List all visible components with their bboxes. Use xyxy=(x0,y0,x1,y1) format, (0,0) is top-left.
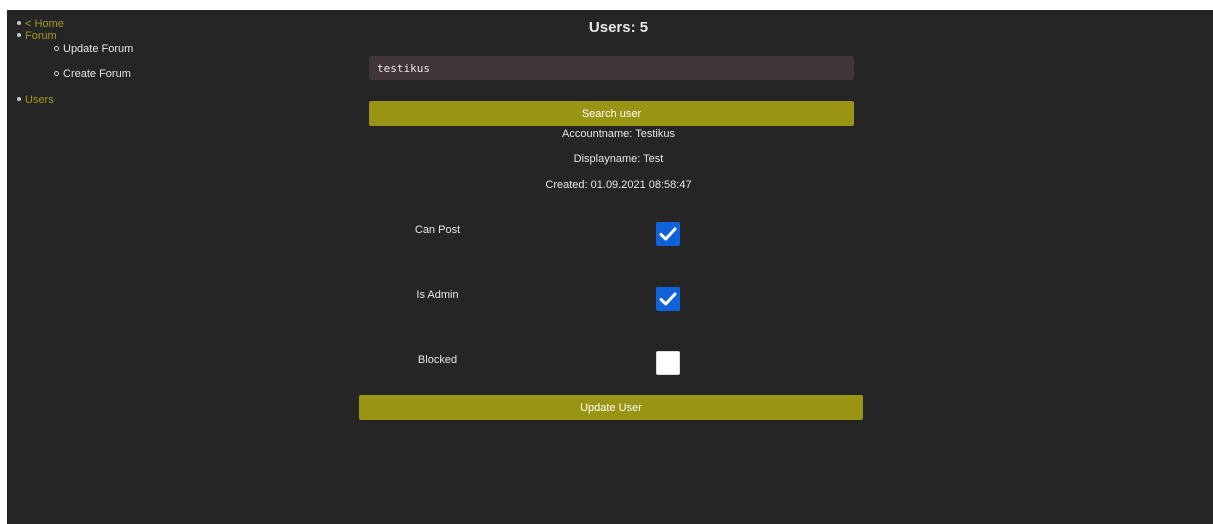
can-post-label: Can Post xyxy=(414,224,461,236)
blocked-label: Blocked xyxy=(417,354,458,366)
bullet-icon xyxy=(17,33,21,38)
page-title: Users: 5 xyxy=(588,19,649,36)
app-window: < Home Forum Update Forum Create Forum U… xyxy=(7,10,1213,524)
is-admin-label: Is Admin xyxy=(416,289,459,301)
account-name-text: Accountname: Testikus xyxy=(562,128,675,140)
blocked-checkbox[interactable] xyxy=(656,351,680,375)
display-name-text: Displayname: Test xyxy=(573,153,664,165)
sidebar-item-update-forum[interactable]: Update Forum xyxy=(54,43,133,55)
sidebar-item-home[interactable]: < Home xyxy=(17,18,64,30)
bullet-icon xyxy=(17,21,21,26)
bullet-icon xyxy=(17,97,21,102)
sidebar-item-label: Create Forum xyxy=(63,68,131,80)
update-user-button[interactable]: Update User xyxy=(359,395,863,420)
sidebar-item-users[interactable]: Users xyxy=(17,94,54,106)
checkmark-icon xyxy=(659,227,677,241)
can-post-checkbox[interactable] xyxy=(656,222,680,246)
sidebar-item-forum[interactable]: Forum xyxy=(17,30,57,42)
sidebar-item-label: Forum xyxy=(25,30,57,42)
sidebar-item-label: Users xyxy=(25,94,54,106)
created-date-text: Created: 01.09.2021 08:58:47 xyxy=(545,179,692,191)
circle-bullet-icon xyxy=(54,45,59,51)
sidebar-item-create-forum[interactable]: Create Forum xyxy=(54,68,131,80)
search-user-button[interactable]: Search user xyxy=(369,101,854,126)
is-admin-checkbox[interactable] xyxy=(656,287,680,311)
checkmark-icon xyxy=(659,292,677,306)
search-input[interactable] xyxy=(369,56,854,80)
sidebar-item-label: Update Forum xyxy=(63,43,134,55)
circle-bullet-icon xyxy=(54,70,59,76)
sidebar-item-label: < Home xyxy=(25,18,64,30)
